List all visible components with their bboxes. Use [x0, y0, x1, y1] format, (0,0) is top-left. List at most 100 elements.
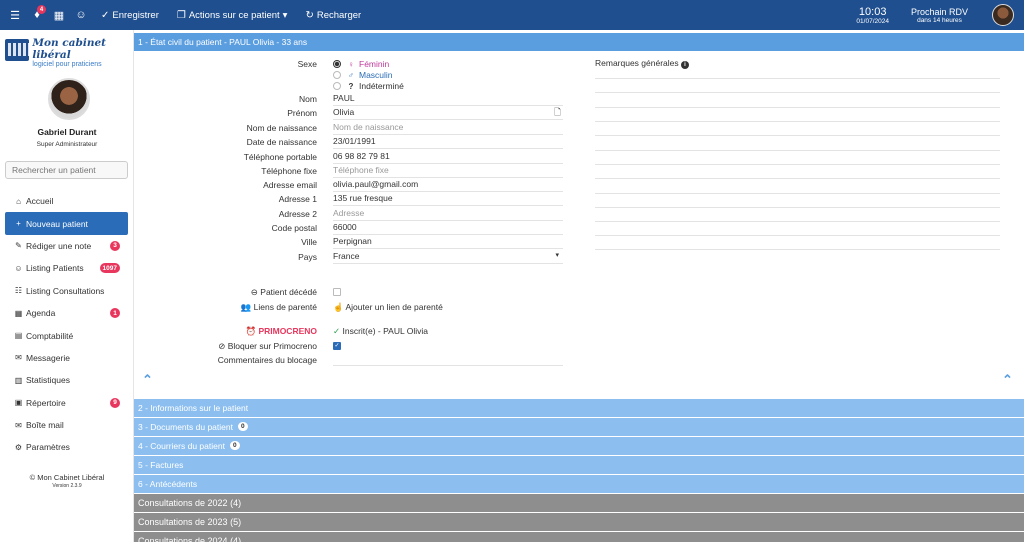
- sidebar-item-nouveau-patient[interactable]: + Nouveau patient: [5, 212, 128, 235]
- accordion-label: Consultations de 2023 (5): [138, 516, 242, 527]
- sidebar-item-parametres[interactable]: ⚙ Paramètres: [5, 436, 128, 458]
- sidebar-item-rediger-note[interactable]: ✎ Rédiger une note 3: [5, 235, 128, 257]
- sidebar-item-label: Paramètres: [26, 442, 70, 453]
- save-label: Enregistrer: [112, 9, 159, 21]
- telephone-portable-label: Téléphone portable: [243, 152, 317, 162]
- block-label: ⊘ Bloquer sur Primocreno: [218, 341, 317, 352]
- sidebar-item-listing-patients[interactable]: ☺ Listing Patients 1097: [5, 257, 128, 279]
- app-logo[interactable]: Mon cabinet libéral logiciel pour pratic…: [5, 37, 133, 68]
- sexe-option-indetermine[interactable]: ? Indéterminé: [333, 81, 404, 91]
- next-appointment-subtitle: dans 14 heures: [917, 16, 962, 24]
- add-relation-link[interactable]: ☝ Ajouter un lien de parenté: [333, 302, 443, 313]
- count-badge: 0: [229, 441, 240, 451]
- sidebar-item-label: Listing Consultations: [26, 285, 105, 296]
- section-consultations-2022[interactable]: Consultations de 2022 (4): [134, 494, 1024, 513]
- reload-button[interactable]: ↻ Recharger: [296, 0, 370, 30]
- radio-feminin[interactable]: [333, 60, 341, 68]
- primocreno-status-text: Inscrit(e) - PAUL Olivia: [342, 326, 429, 336]
- caret-down-icon: ▾: [282, 9, 288, 21]
- email-field[interactable]: olivia.paul@gmail.com: [333, 178, 563, 192]
- sexe-option-label: Masculin: [359, 70, 393, 80]
- nom-field[interactable]: PAUL: [333, 92, 563, 106]
- code-postal-label: Code postal: [271, 223, 317, 233]
- next-appointment[interactable]: Prochain RDV dans 14 heures: [911, 7, 968, 24]
- accordion-label: 3 - Documents du patient: [138, 421, 233, 432]
- section-antecedents[interactable]: 6 - Antécédents: [134, 475, 1024, 494]
- pays-label: Pays: [298, 252, 317, 262]
- document-icon[interactable]: 🗋: [554, 106, 561, 118]
- adresse1-label: Adresse 1: [278, 194, 317, 204]
- clock-date: 01/07/2024: [856, 17, 889, 25]
- section-consultations-2023[interactable]: Consultations de 2023 (5): [134, 513, 1024, 532]
- radio-masculin[interactable]: [333, 71, 341, 79]
- sexe-option-masculin[interactable]: ♂ Masculin: [333, 70, 393, 80]
- bell-icon[interactable]: ♦ 4: [26, 0, 48, 30]
- block-checkbox[interactable]: ✓: [333, 342, 341, 350]
- date-naissance-field[interactable]: 23/01/1991: [333, 135, 563, 149]
- telephone-portable-field[interactable]: 06 98 82 79 81: [333, 150, 563, 164]
- sidebar-item-label: Comptabilité: [26, 330, 74, 341]
- section-documents-patient[interactable]: 3 - Documents du patient 0: [134, 418, 1024, 437]
- section-consultations-2024[interactable]: Consultations de 2024 (4): [134, 532, 1024, 542]
- add-relation-label: Ajouter un lien de parenté: [345, 302, 443, 312]
- family-icon: 👥: [240, 302, 252, 312]
- section-informations-patient[interactable]: 2 - Informations sur le patient: [134, 399, 1024, 418]
- sidebar-item-messagerie[interactable]: ✉ Messagerie: [5, 347, 128, 369]
- prenom-field[interactable]: Olivia 🗋: [333, 106, 563, 120]
- window-icon: ❐: [176, 9, 186, 21]
- chevron-up-icon[interactable]: ⌃: [142, 372, 153, 388]
- relations-label-text: Liens de parenté: [253, 302, 317, 312]
- adresse1-field[interactable]: 135 rue fresque: [333, 192, 563, 206]
- chevron-up-icon[interactable]: ⌃: [1002, 372, 1013, 388]
- sidebar-item-accueil[interactable]: ⌂ Accueil: [5, 190, 128, 212]
- save-button[interactable]: ✓ Enregistrer: [92, 0, 168, 30]
- section-factures[interactable]: 5 - Factures: [134, 456, 1024, 475]
- ville-field[interactable]: Perpignan: [333, 235, 563, 249]
- sidebar-item-label: Messagerie: [26, 352, 70, 363]
- sidebar-item-comptabilite[interactable]: ▤ Comptabilité: [5, 324, 128, 346]
- telephone-fixe-field[interactable]: Téléphone fixe: [333, 164, 563, 178]
- primocreno-status: ✓ Inscrit(e) - PAUL Olivia: [333, 326, 428, 337]
- accordion-label: Consultations de 2022 (4): [138, 497, 242, 508]
- sidebar-item-boite-mail[interactable]: ✉ Boîte mail: [5, 414, 128, 436]
- caret-down-icon: ▾: [555, 252, 559, 259]
- sidebar-item-agenda[interactable]: ▦ Agenda 1: [5, 302, 128, 324]
- remarks-title: Remarques générales i: [595, 58, 690, 69]
- accordion-label: Consultations de 2024 (4): [138, 535, 242, 542]
- menu-icon[interactable]: ☰: [4, 0, 26, 30]
- patient-actions-dropdown[interactable]: ❐ Actions sur ce patient ▾: [168, 0, 297, 30]
- accordion-label: 6 - Antécédents: [138, 478, 198, 489]
- gear-icon: ⚙: [14, 442, 23, 452]
- calendar-icon: ▦: [14, 308, 23, 318]
- info-icon[interactable]: i: [681, 61, 690, 69]
- radio-indetermine[interactable]: [333, 82, 341, 90]
- code-postal-field[interactable]: 66000: [333, 221, 563, 235]
- count-badge: 1097: [99, 263, 120, 274]
- question-icon: ?: [348, 81, 354, 91]
- logo-subtitle: logiciel pour praticiens: [32, 61, 102, 68]
- adresse2-label: Adresse 2: [278, 209, 317, 219]
- section-etat-civil-header[interactable]: 1 - État civil du patient - PAUL Olivia …: [134, 33, 1024, 51]
- section-courriers-patient[interactable]: 4 - Courriers du patient 0: [134, 437, 1024, 456]
- users-icon[interactable]: ☺: [70, 0, 92, 30]
- address-book-icon: ▣: [14, 398, 23, 408]
- reload-label: Recharger: [316, 9, 362, 21]
- email-label: Adresse email: [263, 180, 317, 190]
- calculator-icon: ▤: [14, 331, 23, 341]
- sidebar: Mon cabinet libéral logiciel pour pratic…: [0, 30, 134, 542]
- sidebar-item-listing-consultations[interactable]: ☷ Listing Consultations: [5, 280, 128, 302]
- nom-naissance-field[interactable]: Nom de naissance: [333, 121, 563, 135]
- nom-label: Nom: [299, 94, 317, 104]
- deceased-checkbox[interactable]: [333, 288, 341, 296]
- calendar-icon[interactable]: ▦: [48, 0, 70, 30]
- adresse2-field[interactable]: Adresse: [333, 207, 563, 221]
- sidebar-item-repertoire[interactable]: ▣ Répertoire 9: [5, 392, 128, 414]
- profile-avatar[interactable]: [48, 78, 90, 120]
- user-avatar[interactable]: [992, 4, 1014, 26]
- sexe-option-feminin[interactable]: ♀ Féminin: [333, 59, 389, 69]
- alarm-icon: ⏰: [245, 326, 257, 336]
- pays-select[interactable]: France ▾: [333, 250, 563, 264]
- patient-search-input[interactable]: [5, 161, 128, 179]
- block-comment-field[interactable]: [333, 352, 563, 366]
- sidebar-item-statistiques[interactable]: ▥ Statistiques: [5, 369, 128, 391]
